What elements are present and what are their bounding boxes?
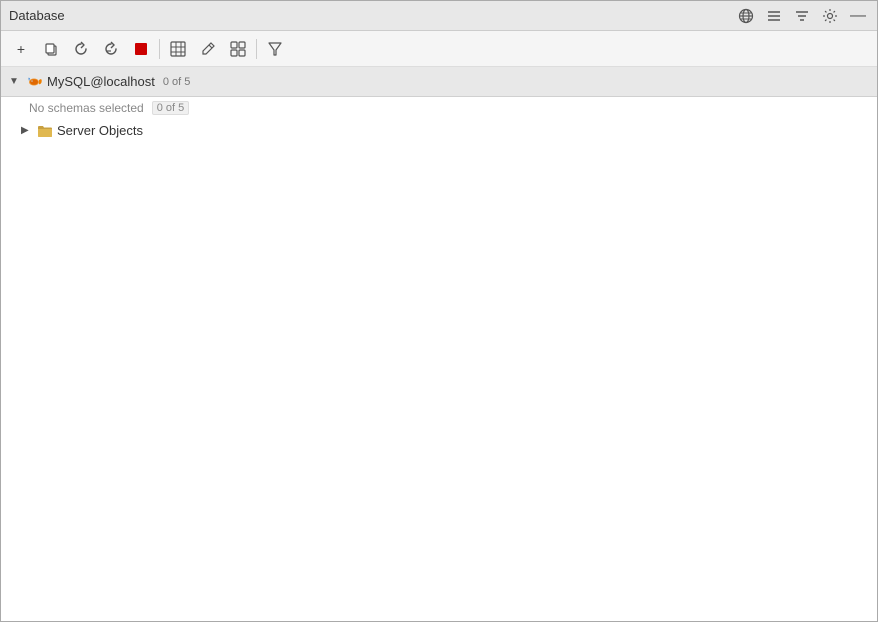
- edit-icon: [200, 41, 216, 57]
- list-icon-button[interactable]: [763, 5, 785, 27]
- mysql-dolphin-icon: [25, 75, 43, 89]
- folder-icon: [37, 124, 53, 138]
- title-bar: Database: [1, 1, 877, 31]
- filter-button[interactable]: [261, 36, 289, 62]
- copy-button[interactable]: [37, 36, 65, 62]
- list-icon: [766, 8, 782, 24]
- tree-root-row[interactable]: ▼ MySQL@localhost 0 of 5: [1, 67, 877, 97]
- tree-root-badge: 0 of 5: [163, 76, 191, 88]
- refresh-icon: [73, 41, 89, 57]
- stop-icon: [134, 42, 148, 56]
- view-icon: [230, 41, 246, 57]
- toolbar: +: [1, 31, 877, 67]
- globe-icon: [738, 8, 754, 24]
- globe-icon-button[interactable]: [735, 5, 757, 27]
- settings-icon-button[interactable]: [819, 5, 841, 27]
- settings-icon: [822, 8, 838, 24]
- window-title: Database: [9, 8, 65, 23]
- table-button[interactable]: [164, 36, 192, 62]
- tree-root-label: MySQL@localhost: [47, 74, 155, 89]
- refresh-all-button[interactable]: [97, 36, 125, 62]
- minimize-icon: —: [850, 8, 866, 24]
- tree-area: ▼ MySQL@localhost 0 of 5 No schemas sele…: [1, 67, 877, 621]
- title-bar-left: Database: [9, 8, 65, 23]
- schema-badge: 0 of 5: [152, 101, 190, 115]
- add-button[interactable]: +: [7, 36, 35, 62]
- minimize-button[interactable]: —: [847, 5, 869, 27]
- server-objects-label: Server Objects: [57, 123, 143, 138]
- toolbar-separator-2: [256, 39, 257, 59]
- title-bar-right: —: [735, 5, 869, 27]
- tree-item-server-objects[interactable]: ▶ Server Objects: [1, 119, 877, 142]
- toolbar-separator-1: [159, 39, 160, 59]
- filter-list-icon: [794, 8, 810, 24]
- stop-button[interactable]: [127, 36, 155, 62]
- refresh-all-icon: [103, 41, 119, 57]
- main-window: Database: [0, 0, 878, 622]
- filter-list-icon-button[interactable]: [791, 5, 813, 27]
- view-button[interactable]: [224, 36, 252, 62]
- server-objects-chevron-icon[interactable]: ▶: [21, 125, 33, 136]
- filter-icon: [267, 41, 283, 57]
- add-icon: +: [17, 41, 25, 57]
- copy-icon: [43, 41, 59, 57]
- root-chevron-icon[interactable]: ▼: [9, 76, 21, 87]
- no-schemas-label: No schemas selected: [29, 101, 144, 115]
- tree-schema-row: No schemas selected 0 of 5: [1, 97, 877, 119]
- table-icon: [170, 41, 186, 57]
- refresh-button[interactable]: [67, 36, 95, 62]
- edit-button[interactable]: [194, 36, 222, 62]
